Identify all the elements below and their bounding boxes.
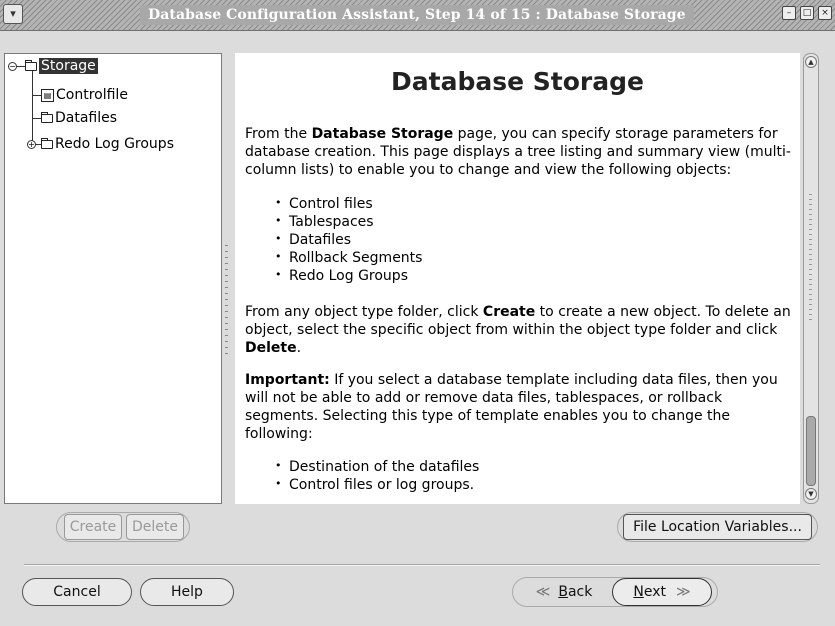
help-paragraph-important: Important: If you select a database temp… xyxy=(245,372,778,442)
back-mnemonic: B xyxy=(558,584,568,600)
help-scrollbar[interactable]: ▲ ▼ xyxy=(803,53,819,504)
folder-open-icon xyxy=(25,59,37,71)
delete-button[interactable]: Delete xyxy=(126,514,184,540)
template-list: Destination of the datafiles Control fil… xyxy=(275,457,479,494)
window-menu-icon[interactable]: ▾ xyxy=(3,4,23,24)
list-item: Control files or log groups. xyxy=(275,475,479,494)
tree-node-label: Redo Log Groups xyxy=(55,136,174,152)
maximize-icon[interactable]: □ xyxy=(800,6,814,20)
back-button[interactable]: ≪ Back xyxy=(518,578,610,606)
close-icon[interactable]: × xyxy=(818,6,832,20)
file-location-variables-button[interactable]: File Location Variables... xyxy=(623,514,812,540)
minimize-icon[interactable]: – xyxy=(782,6,796,20)
list-item: Control files xyxy=(275,194,422,213)
next-button[interactable]: Next ≫ xyxy=(612,578,712,606)
create-button[interactable]: Create xyxy=(64,514,122,540)
list-item: Redo Log Groups xyxy=(275,266,422,285)
expand-toggle-icon[interactable]: + xyxy=(27,140,36,149)
window-title: Database Configuration Assistant, Step 1… xyxy=(140,5,694,25)
tree-connector xyxy=(32,71,33,146)
help-heading: Database Storage xyxy=(391,67,644,96)
back-label: ack xyxy=(567,584,593,600)
pane-splitter[interactable] xyxy=(225,245,228,355)
list-item: Datafiles xyxy=(275,230,422,249)
next-mnemonic: N xyxy=(633,584,644,600)
scrollbar-grip xyxy=(809,194,812,324)
help-panel: Database Storage From the Database Stora… xyxy=(235,53,800,504)
scrollbar-thumb[interactable] xyxy=(806,416,816,486)
tree-connector xyxy=(32,118,41,119)
next-label: ext xyxy=(643,584,666,600)
title-bar: ▾ Database Configuration Assistant, Step… xyxy=(0,0,835,31)
tree-node-controlfile[interactable]: ▤ Controlfile xyxy=(41,86,128,104)
object-list: Control files Tablespaces Datafiles Roll… xyxy=(275,194,422,285)
tree-node-label: Datafiles xyxy=(55,110,118,126)
collapse-toggle-icon[interactable]: − xyxy=(8,62,17,71)
storage-tree[interactable]: − Storage ▤ Controlfile Datafiles + Redo … xyxy=(4,53,222,504)
cancel-button[interactable]: Cancel xyxy=(22,578,132,606)
tree-node-datafiles[interactable]: Datafiles xyxy=(41,109,117,127)
footer-divider xyxy=(24,564,820,566)
tree-node-label: Controlfile xyxy=(56,87,128,103)
list-item: Destination of the datafiles xyxy=(275,457,479,476)
tree-node-label: Storage xyxy=(39,58,98,74)
back-chevron-icon: ≪ xyxy=(535,584,551,600)
folder-icon xyxy=(41,111,53,123)
help-paragraph-intro: From the Database Storage page, you can … xyxy=(245,126,791,178)
folder-icon xyxy=(41,137,53,149)
tree-node-redo-log-groups[interactable]: Redo Log Groups xyxy=(41,135,174,153)
scroll-down-icon[interactable]: ▼ xyxy=(805,488,817,500)
tree-connector xyxy=(32,95,41,96)
tree-node-storage[interactable]: Storage xyxy=(25,57,98,75)
scroll-up-icon[interactable]: ▲ xyxy=(805,56,817,68)
list-item: Rollback Segments xyxy=(275,248,422,267)
controlfile-icon: ▤ xyxy=(41,88,54,102)
next-chevron-icon: ≫ xyxy=(675,584,691,600)
help-paragraph-create-delete: From any object type folder, click Creat… xyxy=(245,304,791,356)
list-item: Tablespaces xyxy=(275,212,422,231)
tree-connector xyxy=(17,66,25,67)
help-button[interactable]: Help xyxy=(140,578,234,606)
